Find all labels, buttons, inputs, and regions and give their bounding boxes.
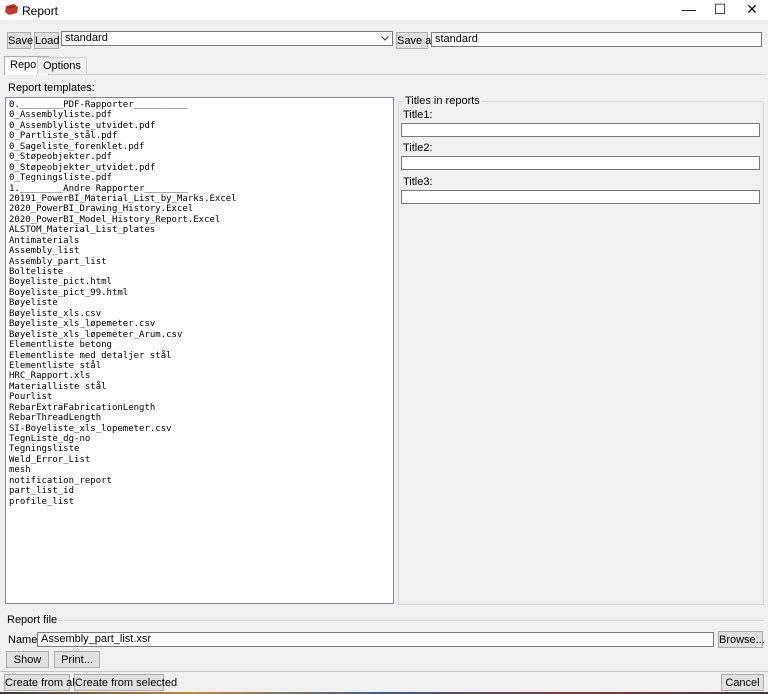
title3-input[interactable] — [401, 190, 760, 204]
template-list-item[interactable]: Antimaterials — [9, 236, 393, 246]
template-list-item[interactable]: Bøyeliste_xls_løpemeter_Arum.csv — [9, 330, 393, 340]
template-list-item[interactable]: 0_Partliste_stål.pdf — [9, 131, 393, 141]
template-list-item[interactable]: Materialliste stål — [9, 382, 393, 392]
maximize-button[interactable]: ☐ — [703, 0, 737, 20]
template-list-item[interactable]: 0_Støpeobjekter_utvidet.pdf — [9, 163, 393, 173]
create-from-selected-button[interactable]: Create from selected — [74, 674, 177, 691]
template-list-item[interactable]: Elementliste med detaljer stål — [9, 351, 393, 361]
report-file-label: Report file — [5, 614, 60, 626]
minimize-button[interactable]: — — [672, 0, 706, 20]
template-list-item[interactable]: part_list_id — [9, 486, 393, 496]
load-button[interactable]: Load — [34, 32, 59, 49]
report-app-icon — [5, 4, 18, 15]
template-list-item[interactable]: 0.________PDF-Rapporter__________ — [9, 100, 393, 110]
report-templates-list[interactable]: 0.________PDF-Rapporter__________ 0_Assem… — [5, 97, 394, 604]
window-title: Report — [22, 4, 59, 18]
title1-input[interactable] — [401, 123, 760, 137]
footer-divider — [0, 671, 768, 672]
tab-divider — [3, 74, 766, 75]
template-list-item[interactable]: 1.________Andre Rapporter________ — [9, 184, 393, 194]
template-list-item[interactable]: Assembly_list — [9, 246, 393, 256]
cancel-button[interactable]: Cancel — [721, 674, 764, 691]
title2-label: Title2: — [403, 142, 433, 154]
template-list-item[interactable]: notification_report — [9, 476, 393, 486]
name-label: Name: — [8, 634, 41, 646]
template-list-item[interactable]: 0_Støpeobjekter.pdf — [9, 152, 393, 162]
create-from-all-button[interactable]: Create from all — [4, 674, 77, 691]
report-templates-label: Report templates: — [8, 82, 95, 94]
close-button[interactable]: ✕ — [735, 0, 768, 20]
template-list-item[interactable]: Weld_Error_List — [9, 455, 393, 465]
template-list-item[interactable]: Bøyeliste_xls.csv — [9, 309, 393, 319]
title-bar: Report — ☐ ✕ — [0, 0, 768, 20]
template-list-item[interactable]: 0_Tegningsliste.pdf — [9, 173, 393, 183]
template-list-item[interactable]: Boyeliste_pict_99.html — [9, 288, 393, 298]
template-list-item[interactable]: Pourlist — [9, 392, 393, 402]
template-list-item[interactable]: profile_list — [9, 497, 393, 507]
template-list-item[interactable]: Boyeliste_pict.html — [9, 277, 393, 287]
template-list-item[interactable]: Assembly_part_list — [9, 257, 393, 267]
template-list-item[interactable]: 0_Assemblyliste_utvidet.pdf — [9, 121, 393, 131]
template-list-item[interactable]: RebarThreadLength — [9, 413, 393, 423]
template-items: 0.________PDF-Rapporter__________ 0_Assem… — [6, 98, 393, 507]
template-list-item[interactable]: mesh — [9, 465, 393, 475]
print-button[interactable]: Print... — [54, 651, 100, 668]
save-as-input[interactable]: standard — [431, 32, 762, 47]
template-list-item[interactable]: Bøyeliste_xls_løpemeter.csv — [9, 319, 393, 329]
template-list-item[interactable]: HRC_Rapport.xls — [9, 371, 393, 381]
template-list-item[interactable]: TegnListe_dg-no — [9, 434, 393, 444]
title3-label: Title3: — [403, 176, 433, 188]
template-list-item[interactable]: SI-Boyeliste_xls_lopemeter.csv — [9, 424, 393, 434]
load-template-value: standard — [65, 32, 108, 44]
title2-input[interactable] — [401, 156, 760, 170]
browse-button[interactable]: Browse... — [718, 631, 765, 648]
template-list-item[interactable]: 2020_PowerBI_Drawing_History.Excel — [9, 204, 393, 214]
template-list-item[interactable]: 0_Sageliste_forenklet.pdf — [9, 142, 393, 152]
show-button[interactable]: Show — [6, 651, 49, 668]
template-list-item[interactable]: 20191_PowerBI_Material_List_by_Marks.Exc… — [9, 194, 393, 204]
template-list-item[interactable]: Bøyeliste — [9, 298, 393, 308]
titles-group — [398, 101, 764, 605]
tab-options[interactable]: Options — [37, 57, 87, 74]
template-list-item[interactable]: Elementliste stål — [9, 361, 393, 371]
template-list-item[interactable]: Elementliste betong — [9, 340, 393, 350]
save-as-button[interactable]: Save as — [396, 32, 437, 49]
chevron-down-icon[interactable] — [381, 36, 389, 41]
template-list-item[interactable]: 2020_PowerBI_Model_History_Report.Excel — [9, 215, 393, 225]
template-list-item[interactable]: 0_Assemblyliste.pdf — [9, 110, 393, 120]
titles-group-label: Titles in reports — [403, 95, 482, 107]
report-file-name-input[interactable]: Assembly_part_list.xsr — [37, 632, 714, 647]
title1-label: Title1: — [403, 109, 433, 121]
template-list-item[interactable]: ALSTOM_Material_List_plates — [9, 225, 393, 235]
load-template-select[interactable]: standard — [61, 31, 393, 46]
save-button[interactable]: Save — [7, 32, 33, 49]
template-list-item[interactable]: RebarExtraFabricationLength — [9, 403, 393, 413]
template-list-item[interactable]: Bolteliste — [9, 267, 393, 277]
template-list-item[interactable]: Tegningsliste — [9, 444, 393, 454]
